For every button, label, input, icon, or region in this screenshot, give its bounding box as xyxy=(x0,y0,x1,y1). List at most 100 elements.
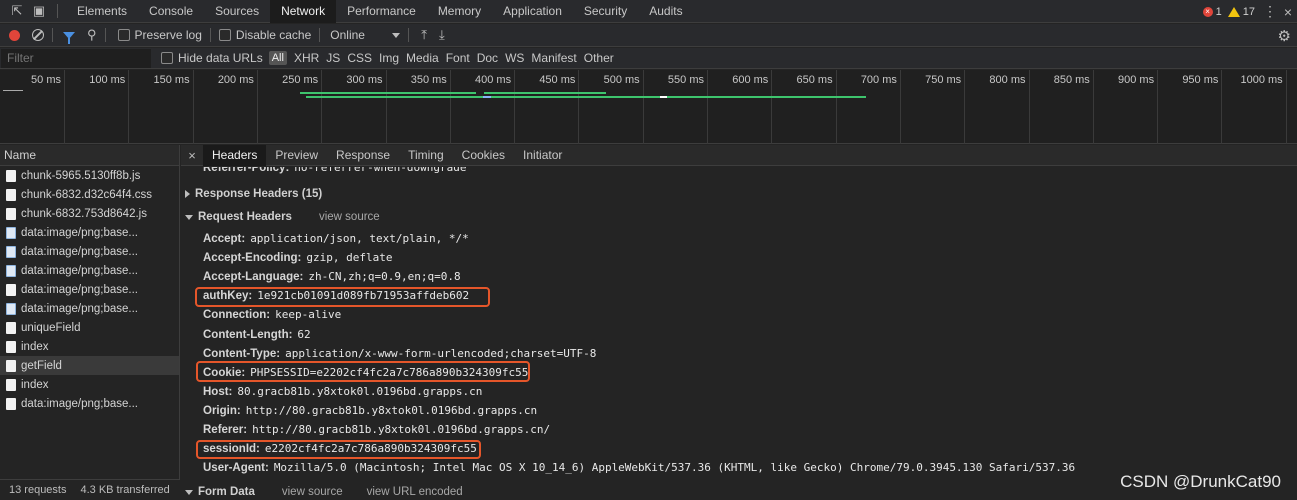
tab-console[interactable]: Console xyxy=(138,0,204,23)
detail-tab-headers[interactable]: Headers xyxy=(203,144,267,166)
filter-type-css[interactable]: CSS xyxy=(347,51,372,65)
form-data-section[interactable]: Form Data view source view URL encoded xyxy=(185,486,463,498)
filter-type-ws[interactable]: WS xyxy=(505,51,524,65)
request-row[interactable]: getField xyxy=(0,356,179,375)
tab-security[interactable]: Security xyxy=(573,0,638,23)
request-headers-section[interactable]: Request Headers view source xyxy=(185,211,380,223)
more-options-icon[interactable]: ⋮ xyxy=(1261,3,1279,20)
detail-tab-initiator[interactable]: Initiator xyxy=(514,145,571,166)
request-name: uniqueField xyxy=(21,321,81,334)
form-data-title: Form Data xyxy=(198,486,255,498)
close-detail-icon[interactable]: × xyxy=(181,148,203,163)
export-har-icon[interactable]: ⤓ xyxy=(439,27,445,43)
request-row[interactable]: data:image/png;base... xyxy=(0,242,179,261)
warning-badge[interactable]: 17 xyxy=(1227,6,1255,18)
request-name: data:image/png;base... xyxy=(21,245,138,258)
request-name: data:image/png;base... xyxy=(21,264,138,277)
divider xyxy=(57,4,58,18)
header-value: application/json, text/plain, */* xyxy=(250,232,469,245)
header-key: Content-Type: xyxy=(203,347,281,360)
filter-type-manifest[interactable]: Manifest xyxy=(531,51,576,65)
timeline-overview[interactable]: 50 ms 100 ms 150 ms 200 ms 250 ms 300 ms 350 m… xyxy=(0,70,1297,144)
throttling-value: Online xyxy=(330,28,365,42)
record-icon[interactable] xyxy=(9,29,20,41)
detail-tab-preview[interactable]: Preview xyxy=(266,145,327,166)
disable-cache-checkbox[interactable] xyxy=(218,29,231,41)
header-key: Origin: xyxy=(203,404,241,417)
request-name: getField xyxy=(21,359,62,372)
header-key: Host: xyxy=(203,385,233,398)
filter-input[interactable] xyxy=(1,48,151,68)
header-value: gzip, deflate xyxy=(306,251,393,265)
error-badge[interactable]: × 1 xyxy=(1202,5,1222,18)
request-header-row: Origin: http://80.gracb81b.y8xtok0l.0196b… xyxy=(203,404,537,417)
request-row[interactable]: data:image/png;base... xyxy=(0,299,179,318)
view-source-link[interactable]: view source xyxy=(319,211,380,223)
tab-network[interactable]: Network xyxy=(270,0,337,23)
close-devtools-icon[interactable]: × xyxy=(1279,4,1297,20)
detail-tab-response[interactable]: Response xyxy=(327,145,399,166)
request-row[interactable]: data:image/png;base... xyxy=(0,223,179,242)
network-summary: 13 requests 4.3 KB transferred xyxy=(0,479,180,500)
search-icon[interactable]: ⚲ xyxy=(87,27,97,43)
throttling-select[interactable]: Online xyxy=(330,28,401,42)
filter-type-font[interactable]: Font xyxy=(446,51,470,65)
request-row[interactable]: chunk-5965.5130ff8b.js xyxy=(0,166,179,185)
import-har-icon[interactable]: ⤒ xyxy=(421,27,427,43)
detail-tab-timing[interactable]: Timing xyxy=(399,145,453,166)
request-row[interactable]: data:image/png;base... xyxy=(0,261,179,280)
file-icon xyxy=(6,321,16,334)
device-toolbar-icon[interactable]: ▣ xyxy=(31,3,47,19)
request-name: index xyxy=(21,340,49,353)
divider xyxy=(209,28,211,42)
request-row[interactable]: data:image/png;base... xyxy=(0,394,179,413)
inspect-element-icon[interactable]: ⇱ xyxy=(9,3,25,19)
form-view-source-link[interactable]: view source xyxy=(282,486,343,498)
filter-type-xhr[interactable]: XHR xyxy=(294,51,319,65)
devtools-tab-bar: ⇱ ▣ Elements Console Sources Network Perform… xyxy=(0,0,1297,23)
detail-tab-cookies[interactable]: Cookies xyxy=(453,145,514,166)
filter-type-doc[interactable]: Doc xyxy=(477,51,498,65)
clear-icon[interactable] xyxy=(32,29,44,41)
hide-data-urls-checkbox[interactable] xyxy=(161,52,173,64)
tab-memory[interactable]: Memory xyxy=(427,0,492,23)
filter-type-js[interactable]: JS xyxy=(326,51,340,65)
divider xyxy=(104,28,106,42)
highlight-box-cookie xyxy=(196,361,530,382)
request-row[interactable]: index xyxy=(0,337,179,356)
request-row[interactable]: chunk-6832.d32c64f4.css xyxy=(0,185,179,204)
tab-performance[interactable]: Performance xyxy=(336,0,427,23)
header-key: User-Agent: xyxy=(203,462,269,475)
panel-tabs: Elements Console Sources Network Performance… xyxy=(66,0,694,23)
tab-audits[interactable]: Audits xyxy=(638,0,693,23)
request-detail-pane: × Headers Preview Response Timing Cookies Ini… xyxy=(181,144,1297,500)
header-key: Referer: xyxy=(203,424,248,436)
request-name: data:image/png;base... xyxy=(21,283,138,296)
image-icon xyxy=(6,226,16,239)
file-icon xyxy=(6,397,16,410)
error-count: 1 xyxy=(1215,5,1222,18)
filter-type-all[interactable]: All xyxy=(268,51,287,65)
request-row[interactable]: data:image/png;base... xyxy=(0,280,179,299)
request-headers-title: Request Headers xyxy=(198,211,292,223)
filter-type-media[interactable]: Media xyxy=(406,51,439,65)
response-headers-section[interactable]: Response Headers (15) xyxy=(185,188,322,200)
tab-sources[interactable]: Sources xyxy=(204,0,270,23)
view-url-encoded-link[interactable]: view URL encoded xyxy=(367,486,463,498)
header-value: http://80.gracb81b.y8xtok0l.0196bd.grapp… xyxy=(252,423,551,436)
filter-icon[interactable] xyxy=(63,31,75,44)
request-row[interactable]: index xyxy=(0,375,179,394)
name-column-header[interactable]: Name xyxy=(0,145,179,166)
filter-type-img[interactable]: Img xyxy=(379,51,399,65)
timeline-tick-label: 700 ms xyxy=(860,74,897,86)
request-row[interactable]: uniqueField xyxy=(0,318,179,337)
request-row[interactable]: chunk-6832.753d8642.js xyxy=(0,204,179,223)
settings-gear-icon[interactable]: ⚙ xyxy=(1278,27,1291,45)
tab-elements[interactable]: Elements xyxy=(66,0,138,23)
header-value: keep-alive xyxy=(275,308,342,322)
filter-type-other[interactable]: Other xyxy=(584,51,614,65)
timeline-tick-label: 300 ms xyxy=(346,74,383,86)
tab-application[interactable]: Application xyxy=(492,0,573,23)
preserve-log-checkbox[interactable] xyxy=(117,29,130,41)
header-key: Accept: xyxy=(203,233,246,245)
